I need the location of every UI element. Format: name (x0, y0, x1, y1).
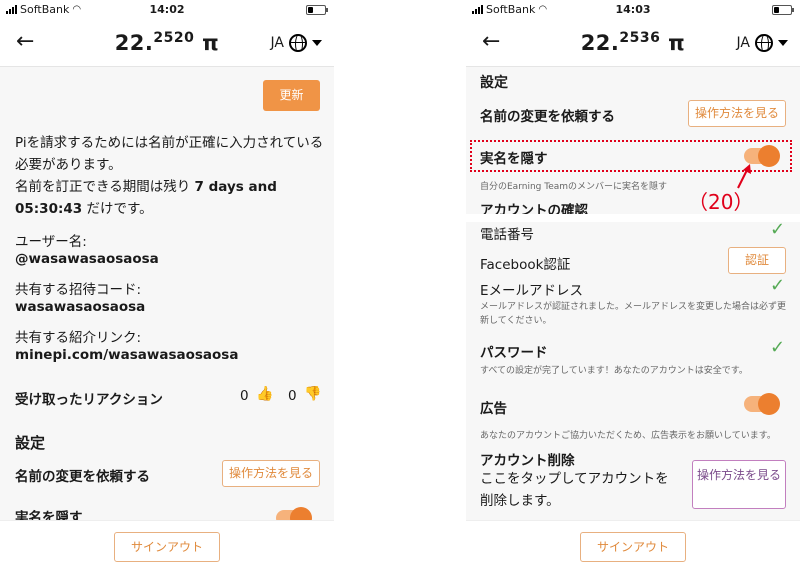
globe-icon (289, 34, 307, 52)
delete-howto-button[interactable]: 操作方法を見る (692, 460, 786, 509)
chevron-down-icon (312, 40, 322, 46)
chevron-down-icon (778, 40, 788, 46)
language-selector[interactable]: JA (737, 34, 788, 52)
username-label: ユーザー名: (15, 234, 87, 250)
email-label: Eメールアドレス (480, 283, 584, 299)
rename-howto-button[interactable]: 操作方法を見る (222, 460, 320, 487)
hide-name-toggle[interactable] (744, 145, 780, 167)
invite-code-label: 共有する招待コード: (15, 282, 142, 298)
reactions-label: 受け取ったリアクション (15, 392, 163, 408)
section-divider (466, 214, 800, 222)
signout-button[interactable]: サインアウト (580, 532, 686, 562)
delete-account-description: ここをタップしてアカウントを削除します。 (480, 471, 669, 509)
ads-description: あなたのアカウントご協力いただくため、広告表示をお願いしています。 (480, 431, 776, 441)
globe-icon (755, 34, 773, 52)
annotation-label: （20） (688, 190, 754, 214)
app-header: ← 22.2536 π JA (466, 20, 800, 67)
password-description: すべての設定が完了しています！あなたのアカウントは安全です。 (480, 366, 748, 376)
delete-account-heading: アカウント削除 (480, 453, 575, 469)
battery-icon (306, 5, 328, 15)
settings-content: 設定 名前の変更を依頼する 操作方法を見る 実名を隠す 自分のEarning T… (466, 68, 800, 520)
status-time: 14:02 (149, 3, 185, 16)
rename-label: 名前の変更を依頼する (480, 109, 615, 125)
facebook-label: Facebook認証 (480, 257, 571, 273)
referral-link-label: 共有する紹介リンク: (15, 330, 142, 346)
hide-name-description: 自分のEarning Teamのメンバーに実名を隠す (480, 182, 668, 192)
profile-content: 更新 Piを請求するためには名前が正確に入力されている必要があります。 名前を訂… (0, 68, 334, 520)
thumbs-up-icon[interactable]: 👍 (256, 386, 273, 402)
footer: サインアウト (0, 520, 334, 574)
status-time: 14:03 (615, 3, 651, 16)
language-selector[interactable]: JA (271, 34, 322, 52)
notice-text: Piを請求するためには名前が正確に入力されている必要があります。 名前を訂正でき… (15, 135, 324, 217)
invite-code-value: wasawasaosaosa (15, 299, 146, 315)
email-check-icon: ✓ (770, 275, 786, 296)
referral-link-value[interactable]: minepi.com/wasawasaosaosa (15, 347, 238, 363)
settings-heading: 設定 (15, 434, 46, 452)
hide-name-label: 実名を隠す (15, 510, 83, 520)
status-bar: SoftBank ◠ 14:02 (0, 0, 334, 20)
hide-name-toggle[interactable] (276, 507, 312, 520)
phone-label: 電話番号 (480, 227, 534, 243)
dislikes-count: 0 (288, 388, 297, 404)
phone-check-icon: ✓ (770, 219, 786, 240)
left-screen: SoftBank ◠ 14:02 ← 22.2520 π JA 更新 Piを請求… (0, 0, 334, 574)
status-bar: SoftBank ◠ 14:03 (466, 0, 800, 20)
rename-howto-button[interactable]: 操作方法を見る (688, 100, 786, 127)
ads-label: 広告 (480, 401, 507, 417)
password-label: パスワード (480, 345, 548, 361)
password-check-icon: ✓ (770, 337, 786, 358)
battery-icon (772, 5, 794, 15)
refresh-button[interactable]: 更新 (263, 80, 320, 111)
right-screen: SoftBank ◠ 14:03 ← 22.2536 π JA 設定 名前の変更… (466, 0, 800, 574)
facebook-verify-button[interactable]: 認証 (728, 247, 786, 274)
settings-heading: 設定 (480, 75, 508, 91)
username-value: @wasawasaosaosa (15, 251, 159, 267)
ads-toggle[interactable] (744, 393, 780, 415)
rename-label: 名前の変更を依頼する (15, 469, 150, 485)
signout-button[interactable]: サインアウト (114, 532, 220, 562)
hide-name-label: 実名を隠す (480, 151, 548, 167)
email-description: メールアドレスが認証されました。メールアドレスを変更した場合は必ず更新してくださ… (480, 302, 787, 326)
app-header: ← 22.2520 π JA (0, 20, 334, 67)
thumbs-down-icon[interactable]: 👎 (304, 386, 321, 402)
footer: サインアウト (466, 520, 800, 574)
likes-count: 0 (240, 388, 249, 404)
